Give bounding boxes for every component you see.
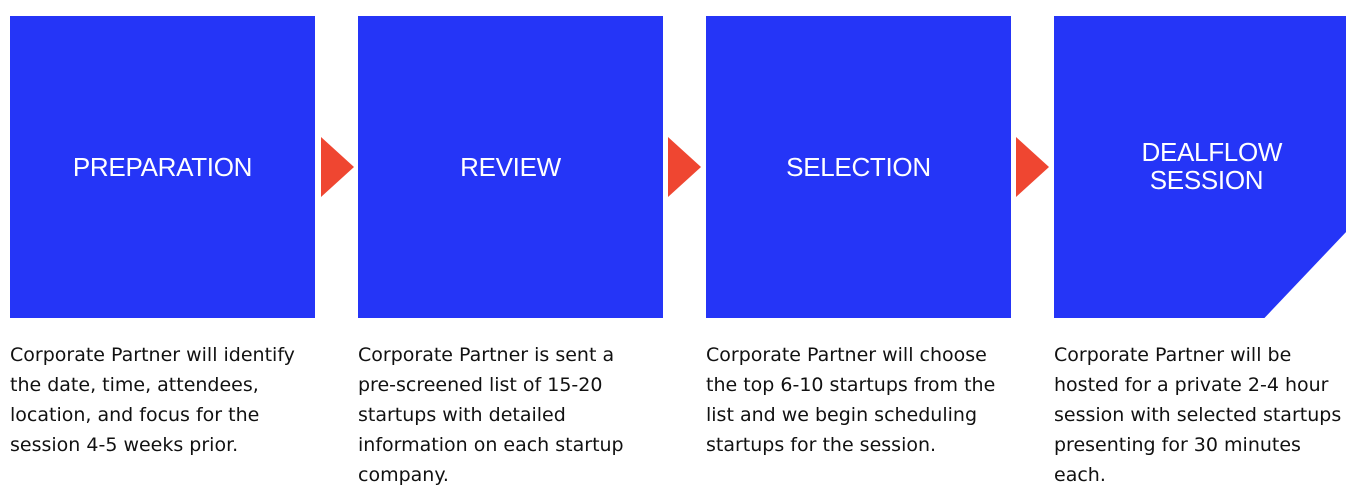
step-description: Corporate Partner is sent a pre-screened…: [358, 344, 624, 486]
step-description: Corporate Partner will choose the top 6-…: [706, 344, 996, 456]
step-description: Corporate Partner will be hosted for a p…: [1054, 344, 1342, 486]
arrow-right-icon: [321, 137, 354, 197]
step-title: SELECTION: [786, 152, 931, 182]
step-description: Corporate Partner will identify the date…: [10, 344, 295, 456]
step-title: DEALFLOW SESSION: [1141, 137, 1283, 195]
step-box-dealflow-session: DEALFLOW SESSION: [1054, 16, 1346, 318]
arrow-right-icon: [1016, 137, 1049, 197]
arrow-right-icon: [668, 137, 701, 197]
step-box-preparation: PREPARATION: [10, 16, 315, 318]
step-title: PREPARATION: [72, 152, 253, 182]
step-box-selection: SELECTION: [706, 16, 1011, 318]
step-box-review: REVIEW: [358, 16, 663, 318]
step-title: REVIEW: [460, 152, 561, 182]
